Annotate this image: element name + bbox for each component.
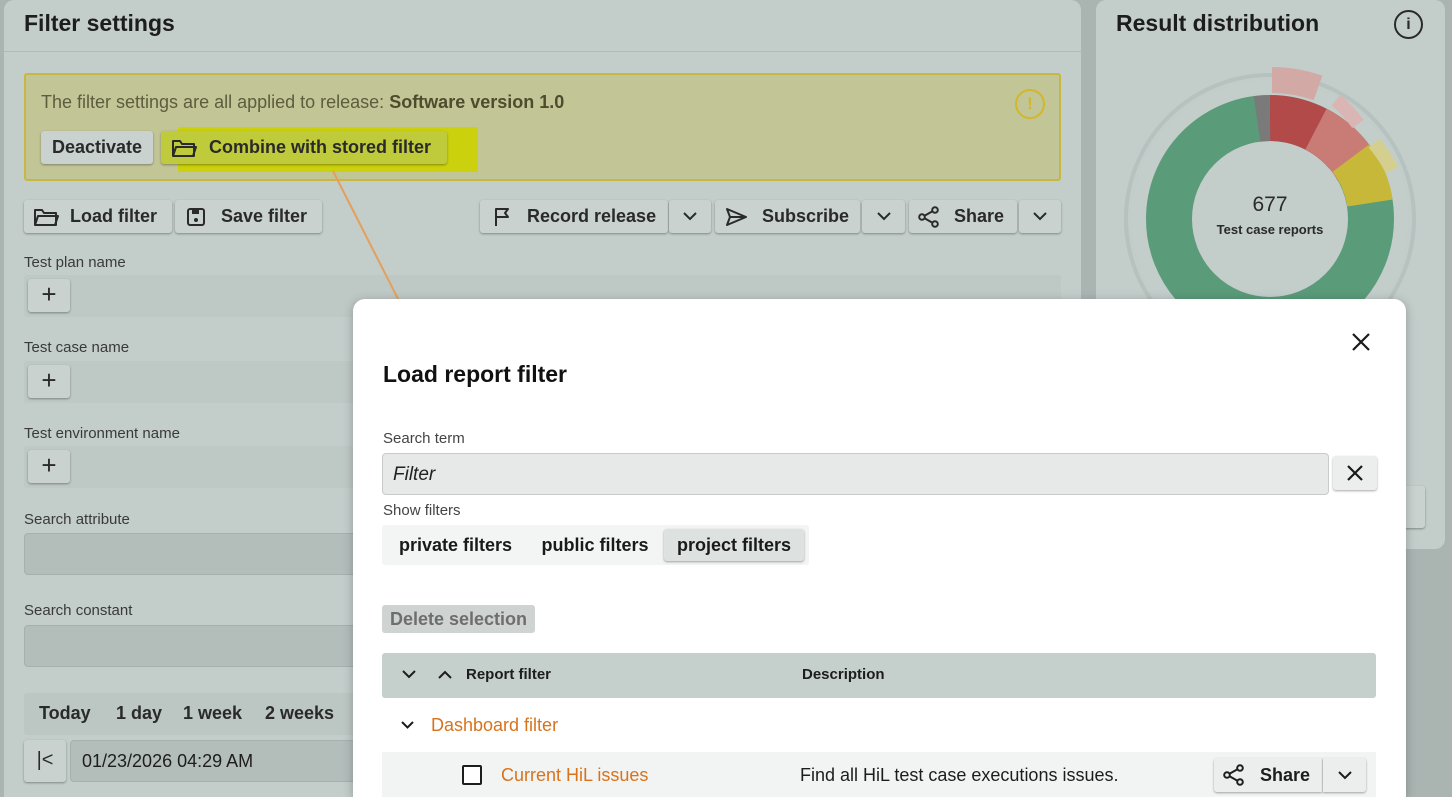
folder-icon [172,139,197,157]
filter-description: Find all HiL test case executions issues… [800,765,1119,785]
dialog-title: Load report filter [383,361,568,387]
test-environment-name-label: Test environment name [24,425,180,442]
result-distribution-title: Result distribution [1116,10,1320,36]
row-checkbox[interactable] [462,765,482,785]
record-release-dropdown[interactable] [669,200,711,233]
chevron-down-icon [876,212,891,221]
combine-stored-filter-button[interactable]: Combine with stored filter [161,131,447,164]
search-constant-label: Search constant [24,602,133,619]
chevron-down-icon[interactable] [401,721,414,729]
result-donut-chart [1124,67,1416,300]
tab-private-filters[interactable]: private filters [387,525,524,565]
close-icon[interactable] [1348,329,1374,355]
tab-project-filters[interactable]: project filters [664,529,804,561]
warning-icon: ! [1015,89,1045,119]
first-date-button[interactable]: |< [24,740,66,782]
search-attribute-label: Search attribute [24,511,130,528]
chevron-down-icon[interactable] [402,670,416,679]
save-filter-button[interactable]: Save filter [175,200,322,233]
release-notice: The filter settings are all applied to r… [24,73,1061,181]
table-row: Current HiL issues Find all HiL test cas… [382,752,1376,797]
add-test-environment-button[interactable]: + [28,450,70,483]
group-row[interactable]: Dashboard filter [382,701,1376,749]
total-count: 677 [1252,193,1288,216]
folder-icon [34,208,59,226]
range-today[interactable]: Today [39,703,91,724]
close-icon [1347,465,1363,481]
flag-icon [495,207,509,226]
subscribe-button[interactable]: Subscribe [715,200,860,233]
info-icon[interactable]: i [1394,10,1423,39]
chevron-down-icon [683,212,697,221]
column-description[interactable]: Description [802,666,885,683]
subscribe-dropdown[interactable] [862,200,905,233]
show-filters-label: Show filters [383,502,461,519]
chevron-up-icon[interactable] [438,670,452,679]
add-test-case-button[interactable]: + [28,365,70,398]
row-share-button[interactable]: Share [1214,758,1322,792]
notice-text: The filter settings are all applied to r… [41,92,565,112]
group-dashboard-filter[interactable]: Dashboard filter [431,715,558,736]
share-icon [918,205,939,228]
date-input[interactable]: 01/23/2026 04:29 AM [70,740,370,782]
column-report-filter[interactable]: Report filter [466,666,551,683]
delete-selection-button[interactable]: Delete selection [382,605,535,633]
test-plan-name-label: Test plan name [24,254,126,271]
load-filter-button[interactable]: Load filter [24,200,172,233]
record-release-button[interactable]: Record release [480,200,668,233]
share-dropdown[interactable] [1019,200,1061,233]
save-icon [187,207,205,226]
row-share-dropdown[interactable] [1323,758,1366,792]
tab-public-filters[interactable]: public filters [530,525,660,565]
total-label: Test case reports [1216,222,1324,237]
search-input[interactable]: Filter [382,453,1329,495]
add-test-plan-button[interactable]: + [28,279,70,312]
share-icon [1223,764,1244,786]
test-case-name-label: Test case name [24,339,130,356]
clear-search-button[interactable] [1333,456,1377,490]
deactivate-button[interactable]: Deactivate [41,131,153,164]
search-term-label: Search term [383,430,465,447]
load-report-filter-dialog: Load report filter Search term Filter Sh… [353,299,1406,797]
divider [4,51,1081,52]
filter-name-link[interactable]: Current HiL issues [501,765,648,786]
share-button[interactable]: Share [909,200,1017,233]
range-2-weeks[interactable]: 2 weeks [265,703,334,724]
chevron-down-icon [1337,770,1352,779]
send-icon [726,207,747,226]
table-header: Report filter Description [382,653,1376,698]
panel-title: Filter settings [24,10,175,36]
range-1-week[interactable]: 1 week [183,703,242,724]
filter-type-selector: private filters public filters project f… [382,525,809,565]
range-1-day[interactable]: 1 day [116,703,162,724]
release-name: Software version 1.0 [389,92,565,112]
chevron-down-icon [1033,212,1047,221]
